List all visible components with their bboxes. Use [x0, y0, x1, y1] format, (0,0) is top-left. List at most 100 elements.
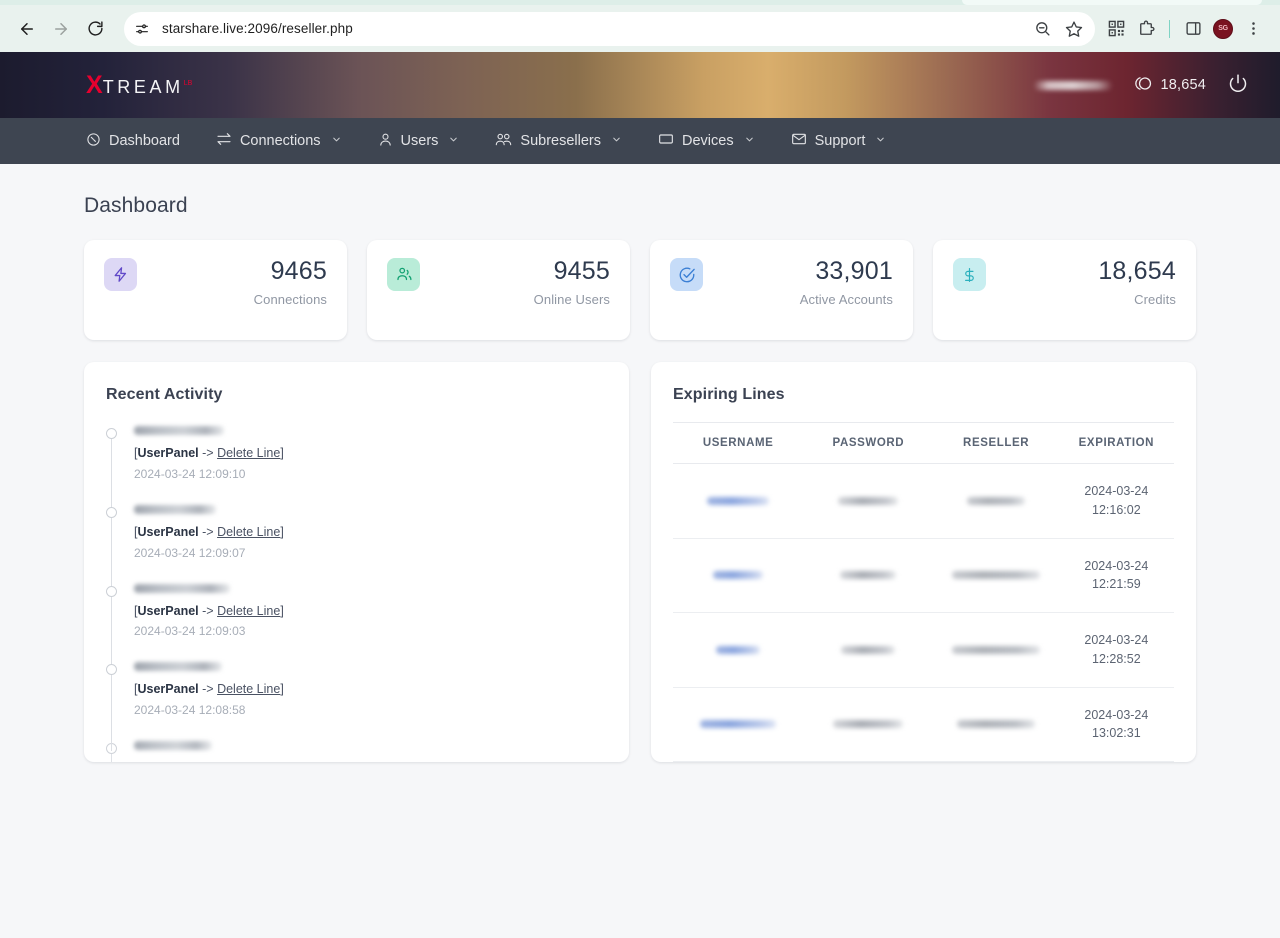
activity-source: UserPanel — [137, 446, 199, 460]
activity-arrow: -> — [198, 603, 218, 618]
reseller-masked — [957, 720, 1036, 729]
stat-value: 33,901 — [815, 257, 893, 285]
activity-bracket-close: ] — [280, 682, 284, 697]
back-button[interactable] — [12, 14, 42, 44]
username-cell[interactable] — [673, 463, 804, 539]
table-row[interactable]: 2024-03-24 13:02:31 — [673, 687, 1174, 762]
url-text[interactable]: starshare.live:2096/reseller.php — [156, 21, 1027, 36]
activity-source: UserPanel — [137, 524, 199, 539]
username-masked[interactable] — [707, 496, 770, 505]
xtream-logo[interactable]: X TREAM LB — [86, 72, 192, 98]
password-cell — [803, 761, 934, 762]
nav-label: Connections — [239, 133, 321, 149]
power-icon — [1228, 73, 1248, 98]
activity-meta: [UserPanel -> Delete Line] — [134, 680, 607, 699]
activity-bracket-close: ] — [280, 761, 283, 762]
forward-button[interactable] — [46, 14, 76, 44]
activity-item: [UserPanel -> Delete Line] 2024-03-24 12:… — [106, 583, 607, 673]
activity-action-link[interactable]: Delete Line — [217, 682, 280, 696]
expiration-cell: 2024-03-24 — [1058, 761, 1174, 762]
table-row[interactable]: 2024-03-24 — [673, 761, 1174, 762]
reload-button[interactable] — [80, 14, 110, 44]
app-header: X TREAM LB 18,654 — [0, 52, 1280, 118]
browser-chrome: starshare.live:2096/reseller.php SG — [0, 0, 1280, 52]
stat-card-online-users[interactable]: 9455 Online Users — [367, 240, 630, 340]
user-icon — [378, 132, 393, 151]
table-row[interactable]: 2024-03-24 12:21:59 — [673, 538, 1174, 613]
activity-bracket-close: ] — [280, 603, 284, 618]
expiration-time: 12:28:52 — [1092, 651, 1141, 666]
activity-action-link[interactable]: Delete Line — [217, 604, 280, 618]
nav-label: Users — [400, 133, 439, 149]
nav-item-devices[interactable]: Devices — [640, 118, 773, 164]
password-masked — [833, 720, 904, 729]
reseller-cell — [933, 687, 1059, 762]
username-cell[interactable] — [673, 538, 804, 613]
timeline-connector — [111, 436, 112, 515]
expiration-date: 2024-03-24 — [1084, 484, 1149, 498]
activity-action-link[interactable]: Delete Line — [217, 446, 280, 460]
logout-button[interactable] — [1228, 73, 1248, 98]
column-header-reseller[interactable]: RESELLER — [933, 422, 1059, 464]
username-cell[interactable] — [673, 687, 804, 762]
username-masked[interactable] — [700, 720, 777, 729]
password-masked — [840, 571, 897, 580]
coins-icon — [1134, 76, 1153, 95]
side-panel-icon[interactable] — [1178, 14, 1208, 44]
activity-bracket-close: ] — [280, 446, 284, 460]
three-dot-menu-icon[interactable] — [1238, 14, 1268, 44]
header-username-masked — [1034, 80, 1113, 90]
table-row[interactable]: 2024-03-24 12:28:52 — [673, 612, 1174, 688]
browser-toolbar: starshare.live:2096/reseller.php SG — [0, 5, 1280, 52]
table-row[interactable]: 2024-03-24 12:16:02 — [673, 463, 1174, 539]
header-credits[interactable]: 18,654 — [1134, 76, 1206, 95]
activity-meta: [UserPanel -> Delete Line] — [134, 444, 607, 463]
timeline-connector — [111, 672, 112, 751]
stat-label: Connections — [253, 292, 327, 308]
column-header-username[interactable]: USERNAME — [673, 422, 804, 464]
qr-code-icon[interactable] — [1101, 14, 1131, 44]
nav-item-subresellers[interactable]: Subresellers — [477, 118, 640, 164]
nav-item-support[interactable]: Support — [773, 118, 905, 164]
stat-card-connections[interactable]: 9465 Connections — [84, 240, 347, 340]
chevron-down-icon — [448, 133, 459, 149]
avatar[interactable]: SG — [1208, 14, 1238, 44]
nav-item-dashboard[interactable]: Dashboard — [32, 118, 198, 164]
star-icon[interactable] — [1059, 14, 1089, 44]
password-cell — [803, 463, 934, 539]
activity-action-link[interactable]: Delete Line — [217, 525, 280, 539]
panels-row: Recent Activity [UserPanel -> Delete Lin… — [0, 340, 1280, 762]
password-cell — [803, 538, 934, 613]
page-content: Dashboard 9465 Connections 9455 Online U… — [0, 164, 1280, 938]
reseller-masked — [952, 571, 1041, 580]
column-header-expiration[interactable]: EXPIRATION — [1058, 422, 1174, 464]
activity-item: [UserPanel -> Delete Line] 2024-03-24 12:… — [106, 504, 607, 594]
username-masked[interactable] — [716, 645, 761, 654]
expiration-cell: 2024-03-24 12:16:02 — [1058, 463, 1174, 539]
activity-action-link[interactable]: Delete Line — [217, 761, 280, 762]
timeline-dot-icon — [106, 506, 117, 518]
zoom-out-icon[interactable] — [1027, 14, 1057, 44]
username-masked[interactable] — [713, 571, 764, 580]
activity-title-masked — [134, 583, 230, 593]
extensions-puzzle-icon[interactable] — [1131, 14, 1161, 44]
back-arrow-icon — [18, 20, 36, 38]
username-cell[interactable] — [673, 612, 804, 688]
recent-activity-panel: Recent Activity [UserPanel -> Delete Lin… — [84, 362, 629, 762]
stat-value: 18,654 — [1098, 257, 1176, 285]
stat-card-active-accounts[interactable]: 33,901 Active Accounts — [650, 240, 913, 340]
column-header-password[interactable]: PASSWORD — [803, 422, 934, 464]
nav-item-connections[interactable]: Connections — [198, 118, 360, 164]
nav-label: Subresellers — [520, 133, 602, 149]
address-bar[interactable]: starshare.live:2096/reseller.php — [124, 11, 1095, 46]
timeline-connector — [111, 514, 112, 594]
activity-meta: [UserPanel -> Delete Line] — [134, 602, 607, 621]
stat-label: Online Users — [533, 292, 610, 308]
stat-card-credits[interactable]: 18,654 Credits — [933, 240, 1196, 340]
activity-title-masked — [134, 426, 224, 435]
password-masked — [838, 496, 899, 505]
dashboard-clock-icon — [86, 132, 101, 151]
username-cell[interactable] — [673, 761, 804, 762]
nav-item-users[interactable]: Users — [360, 118, 478, 164]
site-settings-icon[interactable] — [128, 15, 156, 43]
